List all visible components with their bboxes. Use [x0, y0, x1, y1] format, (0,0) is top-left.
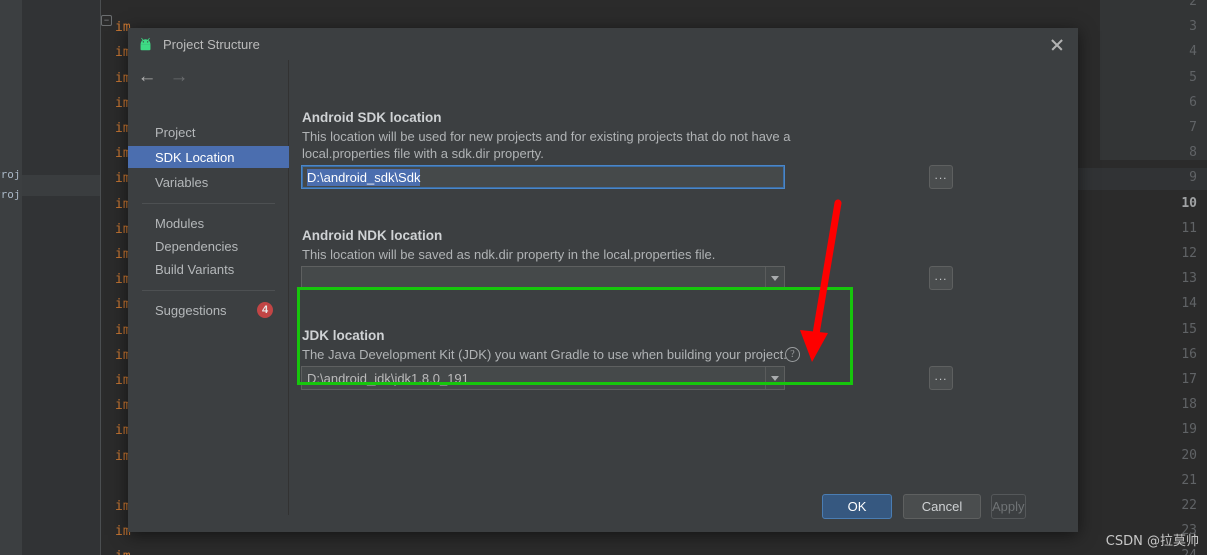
dialog-title: Project Structure — [163, 36, 260, 52]
dialog-content: Android SDK location This location will … — [290, 60, 1078, 515]
sdk-section-title: Android SDK location — [302, 110, 442, 125]
gutter-divider — [100, 0, 101, 555]
jdk-dropdown-arrow[interactable] — [765, 367, 784, 389]
project-structure-dialog: Project Structure ← → Project SDK Locati… — [128, 28, 1078, 532]
gutter-line-number: 11 — [1181, 220, 1197, 236]
gutter-line-number: 5 — [1189, 69, 1197, 85]
gutter-line-number: 8 — [1189, 145, 1197, 161]
sidebar-item-project[interactable]: Project — [128, 121, 289, 143]
sidebar-item-label: Variables — [155, 174, 209, 190]
gutter-line-number: 3 — [1189, 19, 1197, 35]
ndk-section-title: Android NDK location — [302, 228, 443, 243]
gutter-line-number: 14 — [1181, 296, 1197, 312]
jdk-section-description: The Java Development Kit (JDK) you want … — [302, 347, 787, 362]
gutter-line-number: 6 — [1189, 94, 1197, 110]
ndk-section-description: This location will be saved as ndk.dir p… — [302, 247, 716, 262]
sidebar-divider-1 — [142, 203, 275, 204]
cancel-button[interactable]: Cancel — [903, 494, 981, 519]
status-badge: 4 — [257, 302, 273, 318]
arrow-left-icon[interactable]: ← — [136, 67, 158, 86]
gutter-line-number: 4 — [1189, 44, 1197, 60]
sidebar-item-label: Modules — [155, 215, 205, 231]
jdk-location-input[interactable]: D:\android_jdk\jdk1.8.0_191 — [301, 366, 785, 390]
sdk-browse-button[interactable]: ... — [929, 165, 953, 189]
gutter-line-number: 9 — [1189, 170, 1197, 186]
tool-label-project-1[interactable]: Proj — [0, 168, 21, 181]
gutter-line-number: 22 — [1181, 498, 1197, 513]
jdk-location-value: D:\android_jdk\jdk1.8.0_191 — [307, 370, 469, 386]
tool-label-project-2[interactable]: Proj — [0, 188, 21, 201]
gutter-line-number: 18 — [1181, 397, 1197, 413]
ndk-location-input[interactable] — [301, 266, 785, 290]
sidebar-item-variables[interactable]: Variables — [128, 171, 289, 193]
android-icon — [137, 36, 154, 53]
sidebar-item-dependencies[interactable]: Dependencies — [128, 235, 289, 257]
ndk-dropdown-arrow[interactable] — [765, 267, 784, 289]
gutter-line-number: 19 — [1181, 422, 1197, 438]
gutter-line-number: 2 — [1189, 0, 1197, 9]
sidebar-item-modules[interactable]: Modules — [128, 212, 289, 234]
current-line-highlight — [22, 175, 100, 196]
sidebar-item-suggestions[interactable]: Suggestions 4 — [128, 299, 289, 321]
gutter-line-number: 17 — [1181, 372, 1197, 387]
navigation-arrows: ← → — [128, 60, 289, 93]
close-icon[interactable] — [1046, 34, 1068, 56]
gutter-line-number: 16 — [1181, 346, 1197, 362]
tool-window-strip: Proj Proj — [0, 0, 22, 555]
arrow-right-icon[interactable]: → — [168, 67, 190, 86]
sidebar-item-label: Dependencies — [155, 238, 239, 254]
sidebar-divider-2 — [142, 290, 275, 291]
gutter-line-number: 10 — [1181, 195, 1197, 211]
jdk-browse-button[interactable]: ... — [929, 366, 953, 390]
sidebar-item-label: Project — [155, 124, 196, 140]
ndk-browse-button[interactable]: ... — [929, 266, 953, 290]
sdk-location-input[interactable]: D:\android_sdk\Sdk — [301, 165, 785, 189]
info-icon[interactable]: ? — [785, 347, 800, 362]
gutter-line-number: 21 — [1181, 472, 1197, 488]
code-fold-icon[interactable]: − — [101, 15, 112, 26]
screen-root: Proj Proj 2 3 4 5 6 7 8 9 10 11 12 13 14 15 16 17 18 19 20… — [0, 0, 1207, 555]
gutter-line-number: 24 — [1181, 548, 1197, 555]
code-line-stub: im — [115, 549, 131, 555]
gutter-line-number: 13 — [1181, 271, 1197, 287]
sidebar-item-build-variants[interactable]: Build Variants — [128, 258, 289, 280]
editor-right-band — [1078, 168, 1207, 190]
apply-button[interactable]: Apply — [991, 494, 1026, 519]
sidebar-item-label: Build Variants — [155, 261, 235, 277]
watermark: CSDN @拉莫帅 — [1105, 534, 1199, 549]
gutter-line-number: 15 — [1181, 321, 1197, 337]
sdk-section-description: This location will be used for new proje… — [302, 129, 791, 161]
sidebar-item-sdk-location[interactable]: SDK Location — [128, 146, 289, 168]
sdk-location-value: D:\android_sdk\Sdk — [307, 168, 421, 186]
sidebar-item-label: SDK Location — [155, 149, 235, 165]
dialog-titlebar: Project Structure — [128, 28, 1078, 60]
ok-button[interactable]: OK — [822, 494, 892, 519]
dialog-sidebar: ← → Project SDK Location Variables Modul… — [128, 60, 289, 515]
gutter-line-number: 20 — [1181, 447, 1197, 463]
jdk-section-title: JDK location — [302, 328, 385, 343]
gutter-line-number: 12 — [1181, 246, 1197, 261]
gutter-line-number: 7 — [1189, 120, 1197, 135]
editor-gutter — [22, 0, 100, 555]
sidebar-item-label: Suggestions — [155, 302, 227, 318]
